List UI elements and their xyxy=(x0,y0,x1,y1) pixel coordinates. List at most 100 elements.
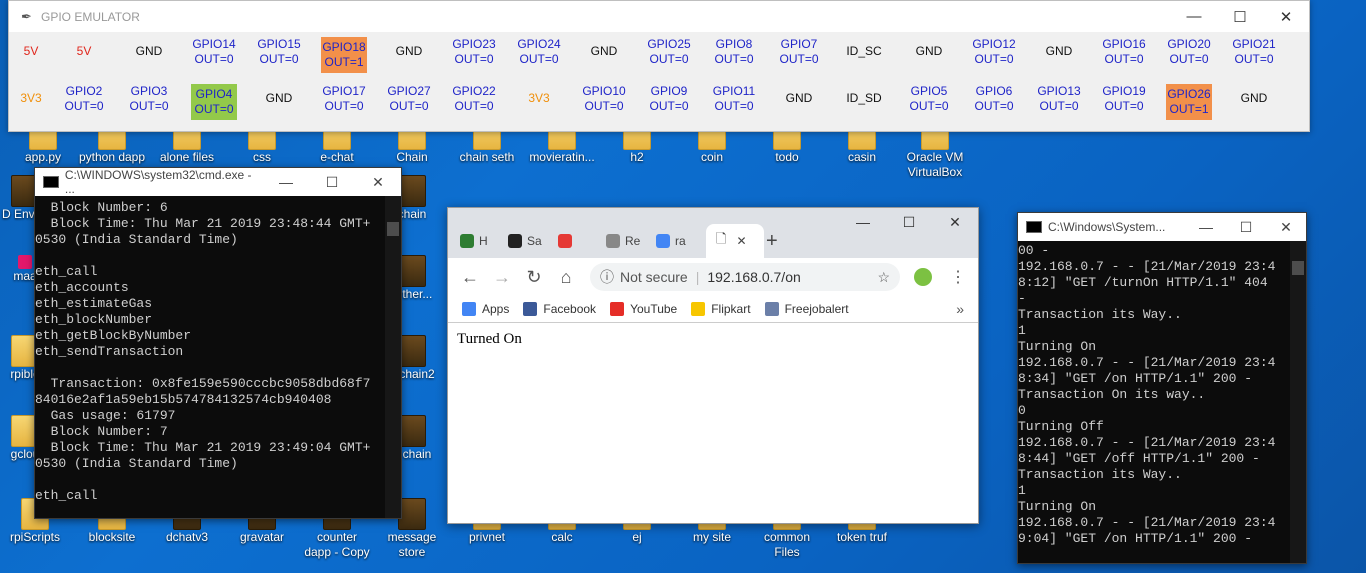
gpio-pin[interactable]: GND xyxy=(386,44,432,59)
close-button[interactable]: ✕ xyxy=(355,174,401,191)
gpio-pin[interactable]: GPIO19 OUT=0 xyxy=(1101,84,1147,114)
gpio-pin[interactable]: GPIO6 OUT=0 xyxy=(971,84,1017,114)
gpio-pin[interactable]: GPIO3 OUT=0 xyxy=(126,84,172,114)
info-icon[interactable]: ⓘ xyxy=(600,267,614,287)
desktop-icon-label: todo xyxy=(775,150,799,164)
cmd-right-titlebar[interactable]: C:\Windows\System... — ☐ ✕ xyxy=(1018,213,1306,241)
console-icon xyxy=(1026,221,1042,233)
gpio-pin[interactable]: GND xyxy=(776,91,822,106)
gpio-pin[interactable]: ID_SC xyxy=(841,44,887,59)
desktop-icon-label: h2 xyxy=(630,150,644,164)
gpio-pin[interactable]: GPIO11 OUT=0 xyxy=(711,84,757,114)
scroll-thumb[interactable] xyxy=(1292,261,1304,275)
gpio-pin[interactable]: GPIO5 OUT=0 xyxy=(906,84,952,114)
scroll-thumb[interactable] xyxy=(387,222,399,236)
maximize-button[interactable]: ☐ xyxy=(886,208,932,236)
gpio-pin[interactable]: GPIO26 OUT=1 xyxy=(1166,84,1212,120)
gpio-pin[interactable]: GPIO8 OUT=0 xyxy=(711,37,757,67)
minimize-button[interactable]: — xyxy=(263,174,309,191)
browser-tab[interactable]: Sa xyxy=(508,224,542,258)
gpio-pin[interactable]: GPIO12 OUT=0 xyxy=(971,37,1017,67)
browser-tab[interactable] xyxy=(558,224,577,258)
bookmark-item[interactable]: YouTube xyxy=(610,302,677,316)
bookmark-item[interactable]: Facebook xyxy=(523,302,596,316)
desktop-icon-label: dchatv3 xyxy=(165,530,209,544)
gpio-pin[interactable]: 3V3 xyxy=(516,91,562,106)
gpio-pin[interactable]: GND xyxy=(581,44,627,59)
gpio-pin[interactable]: GND xyxy=(256,91,302,106)
gpio-pin[interactable]: GPIO15 OUT=0 xyxy=(256,37,302,67)
desktop-icon-label: token truf xyxy=(836,530,888,544)
gpio-pin[interactable]: GPIO4 OUT=0 xyxy=(191,84,237,120)
maximize-button[interactable]: ☐ xyxy=(309,174,355,191)
bookmark-item[interactable]: Freejobalert xyxy=(764,302,849,316)
menu-icon[interactable]: ⋮ xyxy=(950,267,966,287)
minimize-button[interactable]: — xyxy=(840,208,886,236)
home-button[interactable]: ⌂ xyxy=(550,267,582,288)
address-bar[interactable]: ⓘ Not secure | 192.168.0.7/on ☆ xyxy=(590,263,900,291)
desktop-icon-label: rpiScripts xyxy=(9,530,60,544)
gpio-pin[interactable]: GND xyxy=(126,44,172,59)
gpio-pin[interactable]: GPIO25 OUT=0 xyxy=(646,37,692,67)
cmd-left-title: C:\WINDOWS\system32\cmd.exe - ... xyxy=(64,168,252,196)
gpio-pin[interactable]: GPIO14 OUT=0 xyxy=(191,37,237,67)
scrollbar[interactable] xyxy=(1290,241,1306,563)
bookmark-item[interactable]: Flipkart xyxy=(691,302,751,316)
minimize-button[interactable]: — xyxy=(1186,219,1226,236)
gpio-pin[interactable]: GPIO10 OUT=0 xyxy=(581,84,627,114)
close-button[interactable]: ✕ xyxy=(1266,219,1306,236)
gpio-pin[interactable]: GND xyxy=(1231,91,1277,106)
reload-button[interactable]: ↻ xyxy=(518,267,550,288)
bookmark-icon xyxy=(691,302,706,316)
gpio-pin[interactable]: 5V xyxy=(8,44,54,59)
gpio-pin[interactable]: ID_SD xyxy=(841,91,887,106)
maximize-button[interactable]: ☐ xyxy=(1217,8,1263,26)
tab-close-icon[interactable]: ✕ xyxy=(736,234,746,248)
bookmark-icon xyxy=(523,302,538,316)
gpio-pin[interactable]: GPIO13 OUT=0 xyxy=(1036,84,1082,114)
desktop-icon-label: app.py xyxy=(24,150,62,164)
gpio-pin[interactable]: GND xyxy=(906,44,952,59)
close-button[interactable]: ✕ xyxy=(1263,8,1309,26)
star-icon[interactable]: ☆ xyxy=(877,269,890,286)
cmd-left-titlebar[interactable]: C:\WINDOWS\system32\cmd.exe - ... — ☐ ✕ xyxy=(35,168,401,196)
gpio-pin[interactable]: GPIO21 OUT=0 xyxy=(1231,37,1277,67)
tab-label: H xyxy=(479,234,488,248)
gpio-pin[interactable]: GPIO7 OUT=0 xyxy=(776,37,822,67)
document-icon: 🗋 xyxy=(716,231,727,246)
gpio-pin[interactable]: GPIO20 OUT=0 xyxy=(1166,37,1212,67)
gpio-pin[interactable]: GPIO18 OUT=1 xyxy=(321,37,367,73)
minimize-button[interactable]: — xyxy=(1171,8,1217,26)
bookmarks-overflow-button[interactable]: » xyxy=(956,301,964,317)
gpio-pin[interactable]: GPIO22 OUT=0 xyxy=(451,84,497,114)
gpio-pin[interactable]: GPIO9 OUT=0 xyxy=(646,84,692,114)
gpio-pin[interactable]: GPIO2 OUT=0 xyxy=(61,84,107,114)
gpio-pin[interactable]: GPIO23 OUT=0 xyxy=(451,37,497,67)
not-secure-label: Not secure xyxy=(620,269,688,285)
forward-button[interactable]: → xyxy=(486,267,518,288)
gpio-titlebar[interactable]: ✒ GPIO EMULATOR — ☐ ✕ xyxy=(9,1,1309,32)
new-tab-button[interactable]: + xyxy=(766,224,778,258)
feather-icon: ✒ xyxy=(21,8,32,24)
maximize-button[interactable]: ☐ xyxy=(1226,219,1266,236)
back-button[interactable]: ← xyxy=(454,267,486,288)
browser-tab[interactable]: Re xyxy=(606,224,640,258)
scrollbar[interactable] xyxy=(385,196,401,518)
desktop-icon-label: Oracle VM VirtualBox xyxy=(906,150,964,179)
gpio-pin[interactable]: 3V3 xyxy=(8,91,54,106)
tab-active[interactable]: 🗋 ✕ xyxy=(706,224,764,258)
browser-tab[interactable]: ra xyxy=(656,224,686,258)
gpio-pin[interactable]: GND xyxy=(1036,44,1082,59)
gpio-pin[interactable]: GPIO27 OUT=0 xyxy=(386,84,432,114)
browser-tab[interactable]: H xyxy=(460,224,488,258)
close-button[interactable]: ✕ xyxy=(932,208,978,236)
bookmark-item[interactable]: Apps xyxy=(462,302,509,316)
bookmarks-bar: Apps Facebook YouTube Flipkart Freejobalert … xyxy=(448,296,978,323)
gpio-pin[interactable]: 5V xyxy=(61,44,107,59)
extension-icon[interactable] xyxy=(914,268,932,286)
gpio-pin[interactable]: GPIO16 OUT=0 xyxy=(1101,37,1147,67)
gpio-pin[interactable]: GPIO17 OUT=0 xyxy=(321,84,367,114)
folder-icon xyxy=(398,175,426,207)
desktop-icon-label: coin xyxy=(700,150,723,164)
gpio-pin[interactable]: GPIO24 OUT=0 xyxy=(516,37,562,67)
